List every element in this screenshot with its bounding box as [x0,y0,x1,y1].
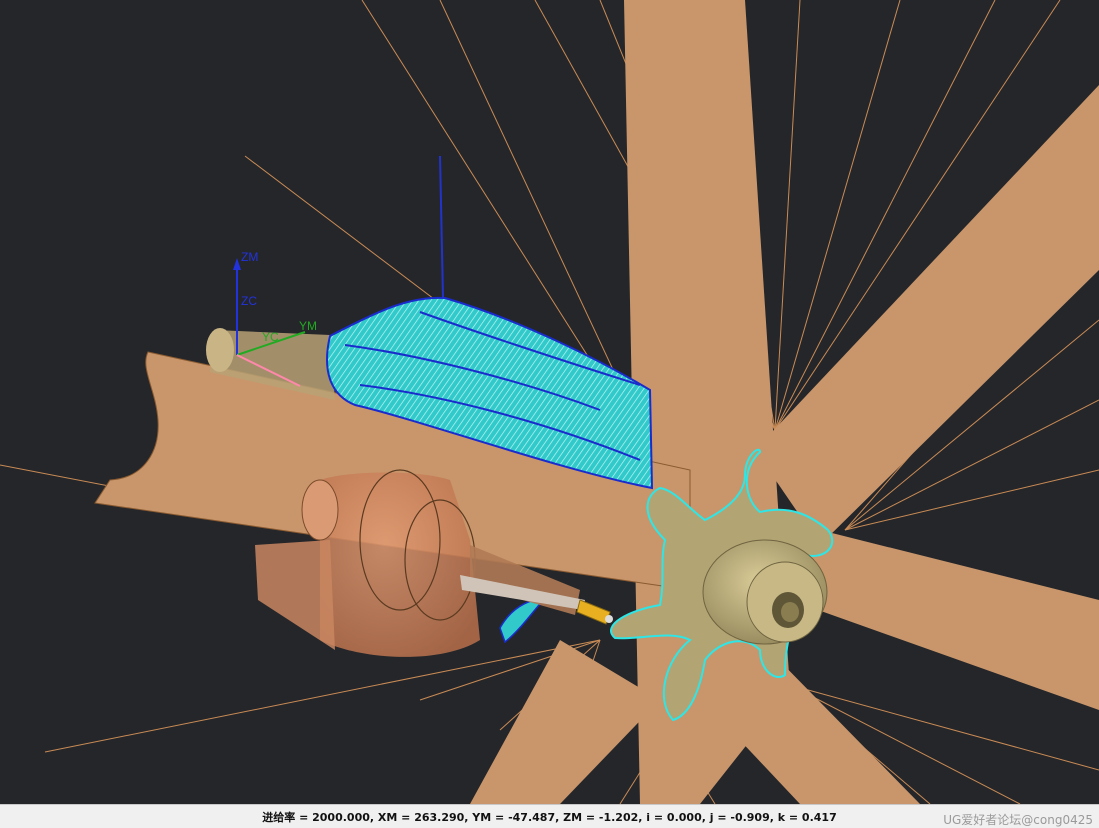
ball-end-cutter [576,599,613,625]
ym-label: YM [299,319,317,333]
zc-label: ZC [241,294,257,308]
forum-watermark: UG爱好者论坛@cong0425 [943,813,1093,827]
yc-label: YC [262,330,279,344]
graphics-viewport[interactable]: ZM ZC YM YC [0,0,1099,804]
status-bar: 进给率 = 2000.000, XM = 263.290, YM = -47.4… [0,804,1099,828]
zm-label: ZM [241,250,258,264]
tool-position-readout: 进给率 = 2000.000, XM = 263.290, YM = -47.4… [262,811,837,824]
cam-simulation-scene[interactable]: ZM ZC YM YC [0,0,1099,804]
